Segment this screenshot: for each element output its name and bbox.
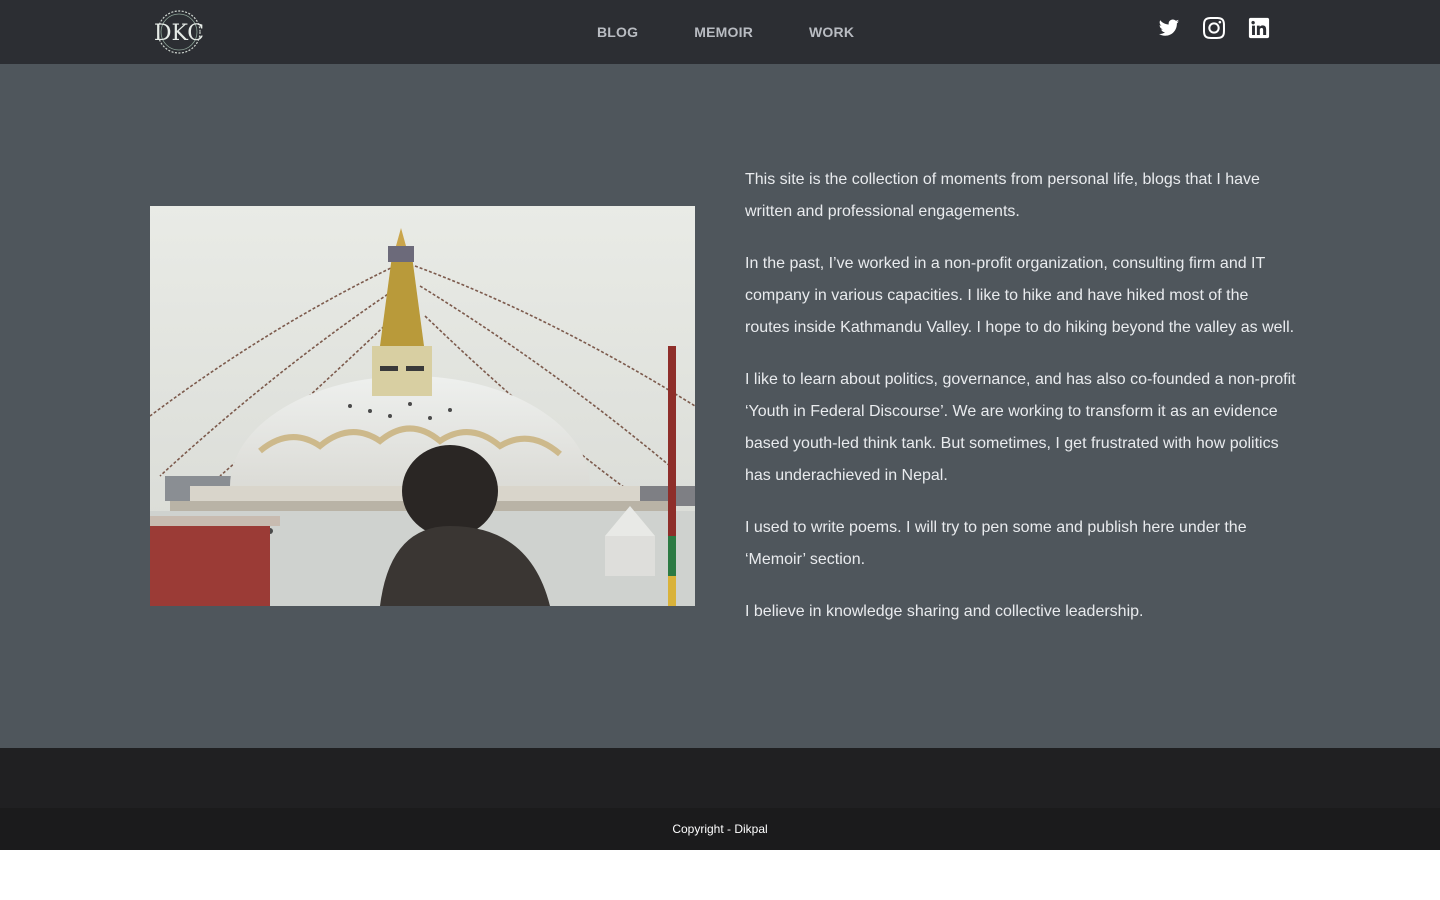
twitter-icon xyxy=(1158,19,1180,36)
site-logo[interactable]: DKC xyxy=(153,9,205,55)
footer-widget-area xyxy=(0,748,1440,808)
main-nav: BLOG MEMOIR WORK xyxy=(569,0,882,64)
about-paragraph-4: I used to write poems. I will try to pen… xyxy=(745,519,1247,568)
site-header: DKC BLOG MEMOIR WORK xyxy=(0,0,1440,64)
instagram-link[interactable] xyxy=(1203,17,1225,41)
nav-work[interactable]: WORK xyxy=(781,0,882,64)
about-paragraph-5: I believe in knowledge sharing and colle… xyxy=(745,603,1144,620)
about-section: This site is the collection of moments f… xyxy=(0,64,1440,748)
instagram-icon xyxy=(1203,17,1225,39)
logo-mark: DKC xyxy=(154,10,204,54)
logo-text: DKC xyxy=(154,21,204,46)
social-links xyxy=(1158,17,1270,41)
about-paragraph-2: In the past, I’ve worked in a non-profit… xyxy=(745,255,1295,336)
about-paragraph-1: This site is the collection of moments f… xyxy=(745,171,1260,220)
about-text: This site is the collection of moments f… xyxy=(745,164,1297,648)
about-paragraph-3: I like to learn about politics, governan… xyxy=(745,371,1296,484)
nav-blog[interactable]: BLOG xyxy=(569,0,666,64)
nav-memoir[interactable]: MEMOIR xyxy=(666,0,781,64)
linkedin-link[interactable] xyxy=(1248,17,1270,41)
twitter-link[interactable] xyxy=(1158,17,1180,41)
linkedin-icon xyxy=(1248,17,1270,39)
site-footer: Copyright - Dikpal xyxy=(0,808,1440,850)
copyright-text: Copyright - Dikpal xyxy=(672,822,768,836)
boudhanath-stupa-photo xyxy=(150,206,695,606)
